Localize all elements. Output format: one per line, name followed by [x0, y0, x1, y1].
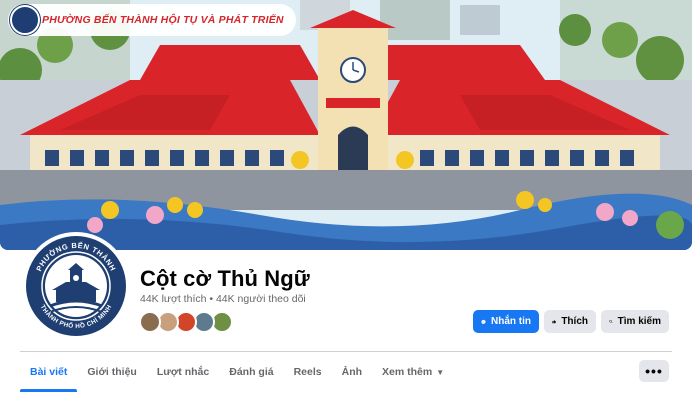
tab-label: Reels — [293, 366, 322, 378]
like-button-label: Thích — [561, 316, 588, 327]
page-avatar[interactable]: PHƯỜNG BẾN THÀNH THÀNH PHỐ HỒ CHÍ MINH — [22, 232, 130, 340]
cover-banner: PHƯỜNG BẾN THÀNH HỘI TỤ VÀ PHÁT TRIỂN — [8, 4, 296, 36]
cover-illustration — [0, 0, 692, 250]
tab-label: Xem thêm — [382, 366, 433, 378]
tab-label: Lượt nhắc — [156, 366, 210, 378]
page-tabs: Bài viết Giới thiệu Lượt nhắc Đánh giá R… — [20, 352, 454, 392]
search-button-label: Tìm kiếm — [617, 316, 661, 327]
tab-reviews[interactable]: Đánh giá — [219, 352, 283, 392]
tab-label: Giới thiệu — [87, 366, 137, 378]
page-stats[interactable]: 44K lượt thích • 44K người theo dõi — [140, 293, 306, 305]
page-title[interactable]: Cột cờ Thủ Ngữ — [140, 266, 310, 292]
tab-label: Bài viết — [30, 366, 68, 378]
more-options-button[interactable]: ••• — [639, 360, 669, 382]
thumbs-up-icon — [552, 319, 556, 324]
tab-about[interactable]: Giới thiệu — [77, 352, 146, 392]
tab-more[interactable]: Xem thêm ▼ — [372, 352, 454, 392]
message-button[interactable]: Nhắn tin — [473, 310, 539, 333]
like-button[interactable]: Thích — [544, 310, 596, 333]
tab-mentions[interactable]: Lượt nhắc — [147, 352, 219, 392]
follower-avatar[interactable] — [139, 311, 161, 333]
ward-emblem-icon: PHƯỜNG BẾN THÀNH THÀNH PHỐ HỒ CHÍ MINH — [27, 237, 125, 335]
caret-down-icon: ▼ — [436, 367, 445, 377]
tab-posts[interactable]: Bài viết — [20, 352, 78, 392]
cover-banner-text: PHƯỜNG BẾN THÀNH HỘI TỤ VÀ PHÁT TRIỂN — [42, 14, 284, 26]
message-button-label: Nhắn tin — [491, 316, 531, 327]
facebook-page-header: PHƯỜNG BẾN THÀNH HỘI TỤ VÀ PHÁT TRIỂN PH… — [0, 0, 698, 394]
tab-label: Đánh giá — [229, 366, 274, 378]
tab-label: Ảnh — [341, 366, 363, 378]
follower-avatars[interactable] — [139, 311, 233, 333]
search-button[interactable]: Tìm kiếm — [601, 310, 669, 333]
tab-reels[interactable]: Reels — [284, 352, 332, 392]
tab-photos[interactable]: Ảnh — [332, 352, 372, 392]
cover-photo[interactable]: PHƯỜNG BẾN THÀNH HỘI TỤ VÀ PHÁT TRIỂN — [0, 0, 692, 250]
ellipsis-icon: ••• — [645, 363, 663, 379]
messenger-icon — [481, 319, 486, 324]
ward-logo-icon — [10, 5, 40, 35]
avatar-logo: PHƯỜNG BẾN THÀNH THÀNH PHỐ HỒ CHÍ MINH — [26, 236, 126, 336]
search-icon — [609, 319, 613, 324]
